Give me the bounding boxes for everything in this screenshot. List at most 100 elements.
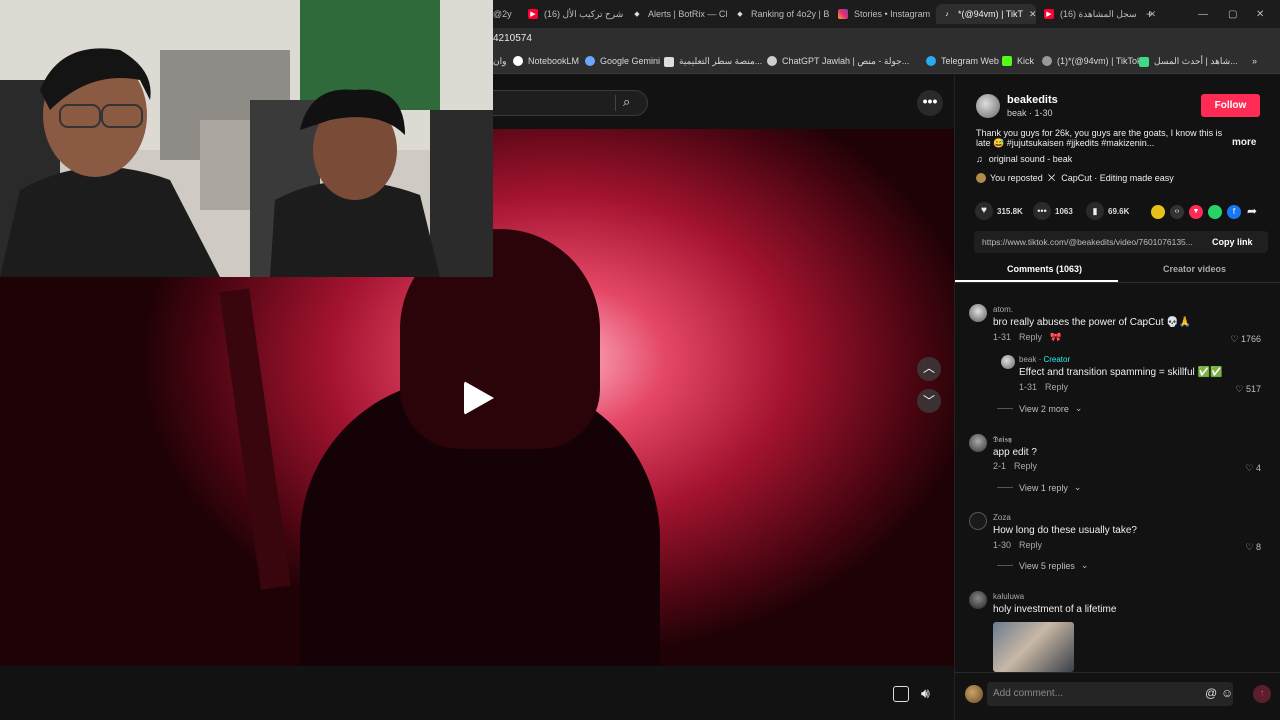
whatsapp-icon[interactable] <box>1208 205 1222 219</box>
browser-tab[interactable]: ▶ شرح تركيب الأل (16) <box>528 4 623 24</box>
avatar[interactable] <box>969 304 987 322</box>
browser-tab[interactable]: ▶ سجل المشاهدة (16) ✕ <box>1044 4 1156 24</box>
bookmark-item[interactable]: Telegram Web <box>926 56 999 66</box>
tab-creator-videos[interactable]: Creator videos <box>1163 264 1226 274</box>
new-tab-button[interactable]: + <box>1146 4 1153 24</box>
view-more-replies[interactable]: View 1 reply ⌄ <box>997 482 1081 493</box>
copy-link-button[interactable]: Copy link <box>1212 237 1253 247</box>
globe-icon <box>1042 56 1052 66</box>
emoji-icon[interactable]: ☺ <box>1221 686 1233 700</box>
avatar[interactable] <box>969 434 987 452</box>
close-tab-icon[interactable]: ✕ <box>1029 9 1036 20</box>
bookmark-item[interactable]: وان <box>493 56 506 67</box>
avatar[interactable] <box>969 591 987 609</box>
sound-link[interactable]: ♫ original sound - beak <box>976 154 1072 164</box>
caption: Thank you guys for 26k, you guys are the… <box>976 128 1223 148</box>
comment-username[interactable]: Zoza <box>993 513 1011 522</box>
coin-icon[interactable] <box>1151 205 1165 219</box>
save-count: 69.6K <box>1108 207 1130 216</box>
bookmark-icon[interactable]: ▮ <box>1086 202 1104 220</box>
more-options-icon[interactable]: ••• <box>917 90 943 116</box>
reply-button[interactable]: Reply <box>1045 382 1068 392</box>
play-icon[interactable] <box>464 381 494 415</box>
avatar[interactable] <box>969 512 987 530</box>
url-field[interactable]: 4210574 <box>493 33 532 44</box>
add-comment-bar: Add comment... @ ☺ ↑ <box>955 672 1280 720</box>
browser-tab[interactable]: ◆ Alerts | BotRix — Cl <box>632 4 727 24</box>
comment-like[interactable]: ♡ 1766 <box>1221 334 1261 345</box>
more-caption-button[interactable]: more <box>1232 137 1256 148</box>
search-icon[interactable]: ⌕ <box>623 94 630 110</box>
shahid-icon <box>1139 56 1149 67</box>
creator-tag: Creator <box>1043 355 1071 364</box>
like-count: 315.8K <box>997 207 1023 216</box>
comment-like[interactable]: ♡ 8 <box>1221 542 1261 553</box>
reply-button[interactable]: Reply <box>1019 332 1042 343</box>
minimize-button[interactable]: — <box>1198 4 1208 24</box>
browser-tab[interactable]: ◆ Ranking of 4o2y | B <box>735 4 829 24</box>
previous-video-button[interactable]: ︿ <box>917 357 941 381</box>
comment-username[interactable]: atom. <box>993 305 1013 314</box>
comment-meta: 1-31 Reply <box>1019 382 1069 392</box>
bookmark-item[interactable]: Google Gemini <box>585 56 660 66</box>
diamond-icon: ◆ <box>737 11 743 18</box>
comment-input[interactable]: Add comment... @ ☺ <box>987 682 1233 706</box>
reply-button[interactable]: Reply <box>1014 461 1037 471</box>
view-more-replies[interactable]: View 2 more ⌄ <box>997 403 1082 414</box>
comment-image[interactable] <box>993 622 1074 672</box>
divider <box>997 408 1013 409</box>
music-note-icon: ♫ <box>976 154 983 164</box>
divider <box>997 565 1013 566</box>
post-comment-icon[interactable]: ↑ <box>1253 685 1271 703</box>
share-arrow-icon[interactable]: ➦ <box>1247 204 1257 218</box>
view-more-replies[interactable]: View 5 replies ⌄ <box>997 560 1088 571</box>
search-input[interactable]: ⌕ <box>493 90 648 116</box>
comment-username[interactable]: beak · Creator <box>1019 355 1070 364</box>
kick-icon <box>1002 56 1012 66</box>
bookmark-item[interactable]: (1)*(@94vm) | TikTok <box>1042 56 1142 66</box>
comment-icon[interactable]: ••• <box>1033 202 1051 220</box>
more-bookmarks-icon[interactable]: » <box>1252 56 1257 66</box>
volume-icon[interactable]: 🔊︎ <box>921 685 930 702</box>
send-icon[interactable]: ▼ <box>1189 205 1203 219</box>
bookmark-item[interactable]: شاهد | أحدث المسل... <box>1139 56 1238 67</box>
comment-text: holy investment of a lifetime <box>993 604 1117 615</box>
avatar[interactable] <box>1001 355 1015 369</box>
facebook-icon[interactable]: f <box>1227 205 1241 219</box>
comment-username[interactable]: 𝕯𝖆𝖎𝖘𝖞 <box>993 435 1012 445</box>
follow-button[interactable]: Follow <box>1201 94 1260 117</box>
picture-in-picture-icon[interactable] <box>893 686 909 702</box>
embed-icon[interactable]: ‹› <box>1170 205 1184 219</box>
youtube-icon: ▶ <box>1044 9 1054 19</box>
webcam-scene <box>0 0 493 277</box>
comment-placeholder: Add comment... <box>993 688 1064 699</box>
comment-username[interactable]: kaluluwa <box>993 592 1024 601</box>
bookmark-item[interactable]: Jawlah | جولة - منص... <box>822 56 909 67</box>
author-avatar[interactable] <box>976 94 1000 118</box>
comment-meta: 1-31 Reply 🎀 <box>993 332 1062 343</box>
maximize-button[interactable]: ▢ <box>1228 4 1237 24</box>
like-icon[interactable]: ♥ <box>975 202 993 220</box>
bookmark-item[interactable]: ChatGPT <box>767 56 820 66</box>
comment-like[interactable]: ♡ 4 <box>1221 463 1261 474</box>
comment-meta: 2-1 Reply <box>993 461 1038 471</box>
next-video-button[interactable]: ﹀ <box>917 389 941 413</box>
instagram-icon <box>838 9 848 19</box>
comment-like[interactable]: ♡ 517 <box>1221 384 1261 395</box>
mention-icon[interactable]: @ <box>1205 686 1217 700</box>
close-window-button[interactable]: ✕ <box>1256 4 1264 24</box>
bookmark-item[interactable]: NotebookLM <box>513 56 579 66</box>
browser-tab[interactable]: @2y <box>493 4 512 24</box>
capcut-link[interactable]: ⨉ CapCut · Editing made easy <box>1048 173 1174 184</box>
author-name[interactable]: beakedits <box>1007 94 1058 106</box>
bookmark-item[interactable]: منصة سطر التعليمية... <box>664 56 762 67</box>
tab-comments[interactable]: Comments (1063) <box>1007 264 1082 274</box>
reply-button[interactable]: Reply <box>1019 540 1042 550</box>
bookmark-item[interactable]: Kick <box>1002 56 1034 66</box>
heart-icon: ♡ <box>1230 334 1241 344</box>
chevron-down-icon: ⌄ <box>1080 560 1089 570</box>
creator-liked-icon: 🎀 <box>1050 332 1062 342</box>
browser-tab-active[interactable]: ♪ *(@94vm) | TikT ✕ <box>936 4 1036 24</box>
browser-tab[interactable]: Stories • Instagram <box>838 4 930 24</box>
notebooklm-icon <box>513 56 523 66</box>
